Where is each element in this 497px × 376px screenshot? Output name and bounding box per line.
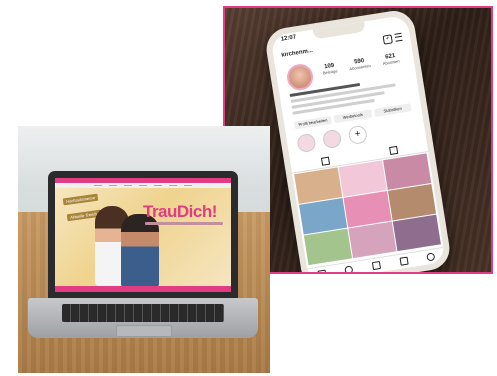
- menu-icon: [394, 32, 403, 42]
- status-time: 12:07: [280, 34, 297, 43]
- nav-link: [124, 185, 132, 186]
- phone-notch: [312, 21, 366, 40]
- website-screen: Hochzeitsmesse Aktuelle Trends TrauDich!: [55, 178, 231, 292]
- trackpad: [116, 325, 172, 337]
- brand-tagline: [145, 222, 223, 225]
- post-thumbnail: [392, 214, 441, 252]
- site-navigation: [55, 183, 231, 188]
- ad-tools-button: Werbetools: [333, 109, 372, 124]
- brand-title: TrauDich!: [143, 202, 217, 221]
- search-icon: [344, 265, 354, 272]
- stat-following-label: Abonniert: [382, 58, 401, 67]
- site-bottom-bar: [55, 286, 231, 292]
- home-icon: [317, 269, 327, 272]
- man-photo: [121, 214, 159, 288]
- grid-icon: [320, 156, 330, 166]
- nav-link: [109, 185, 117, 186]
- stat-posts: 109 Beiträge: [321, 62, 338, 76]
- story-highlight: [296, 132, 317, 154]
- laptop-base: [28, 298, 258, 338]
- insights-button: Statistiken: [373, 103, 412, 117]
- nav-link: [184, 185, 192, 186]
- profile-icon: [426, 252, 436, 262]
- event-badge: Hochzeitsmesse: [62, 193, 99, 206]
- profile-stats: 109 Beiträge 590 Abonnenten 621 Abonniert: [315, 52, 406, 78]
- add-post-icon: +: [382, 33, 393, 45]
- reels-icon: [371, 260, 382, 271]
- edit-profile-button: Profil bearbeiten: [293, 115, 333, 130]
- stat-followers: 590 Abonnenten: [348, 57, 371, 72]
- story-highlight: [321, 128, 343, 150]
- laptop: Hochzeitsmesse Aktuelle Trends TrauDich!: [48, 171, 238, 301]
- laptop-photo: Hochzeitsmesse Aktuelle Trends TrauDich!: [18, 126, 270, 373]
- stat-posts-label: Beiträge: [322, 68, 338, 76]
- post-thumbnail: [348, 221, 397, 259]
- tagged-icon: [388, 145, 398, 156]
- profile-handle: kirchenm...: [281, 47, 314, 59]
- nav-link: [169, 185, 177, 186]
- avatar: [285, 62, 315, 93]
- add-highlight-icon: +: [347, 124, 369, 146]
- keyboard: [62, 304, 224, 322]
- post-grid: [294, 153, 441, 266]
- stat-following: 621 Abonniert: [381, 53, 400, 68]
- post-thumbnail: [303, 228, 353, 266]
- shop-icon: [399, 256, 409, 266]
- nav-link: [94, 185, 102, 186]
- nav-link: [139, 185, 147, 186]
- nav-link: [154, 185, 162, 186]
